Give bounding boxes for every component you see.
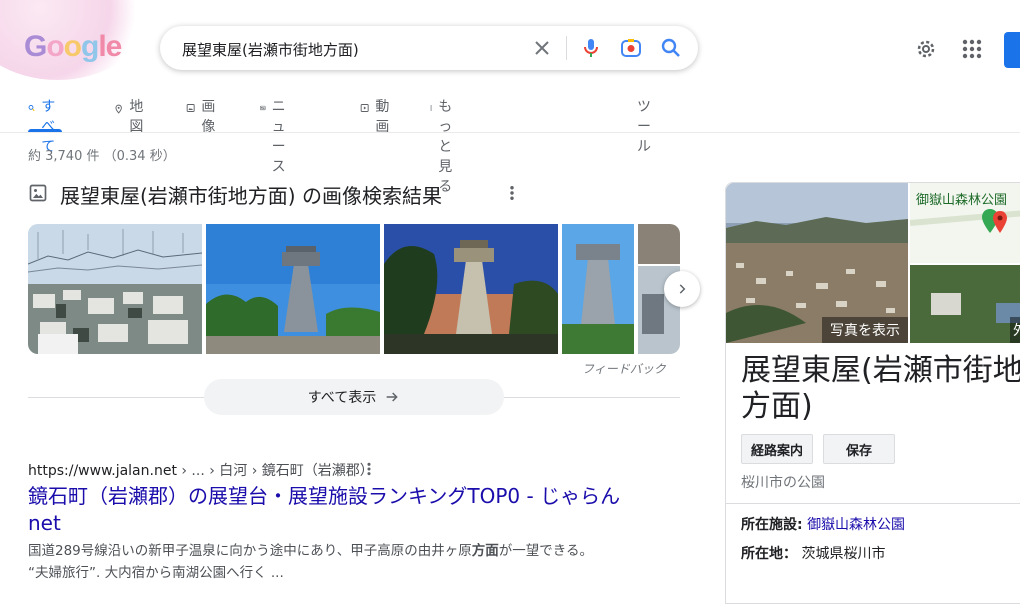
tab-label: 動画	[375, 99, 390, 135]
more-options-icon[interactable]	[362, 461, 376, 477]
logo-text: Google	[24, 30, 122, 63]
more-options-icon[interactable]	[504, 184, 520, 202]
snippet-text: “夫婦旅行”. 大内宿から南湖公園へ行く ...	[28, 565, 284, 581]
show-all-label: すべて表示	[307, 390, 377, 406]
facility-label: 所在施設:	[741, 517, 803, 533]
image-icon	[186, 104, 195, 112]
arrow-right-icon	[386, 392, 398, 402]
snippet-text: が一望できる。	[498, 543, 593, 559]
result-domain: https://www.jalan.net	[28, 463, 177, 479]
save-chip[interactable]: 保存	[823, 434, 895, 464]
more-vert-icon	[430, 105, 432, 111]
tab-label: ツール	[637, 99, 651, 155]
tab-maps[interactable]: 地図	[114, 96, 148, 135]
image-thumbnail[interactable]	[384, 224, 558, 354]
search-icon	[28, 104, 35, 112]
facility-row: 所在施設: 御嶽山森林公園	[741, 514, 905, 534]
video-icon	[360, 104, 369, 112]
result-breadcrumb: › ... › 白河 › 鏡石町（岩瀬郡）	[176, 463, 374, 479]
search-bar	[160, 26, 698, 70]
images-section-title[interactable]: 展望東屋(岩瀬市街地方面) の画像検索結果	[60, 180, 442, 209]
result-title-link[interactable]: 鏡石町（岩瀬郡）の展望台・展望施設ランキングTOP0 - じゃらんnet	[28, 483, 648, 537]
address-value: 茨城県桜川市	[801, 546, 886, 562]
next-images-button[interactable]	[664, 271, 700, 307]
photo-overlay-label: 外	[1010, 317, 1020, 343]
tab-all[interactable]: すべて	[28, 96, 62, 155]
news-icon	[260, 105, 266, 111]
image-thumbnail[interactable]	[28, 224, 202, 354]
tab-images[interactable]: 画像	[186, 96, 220, 135]
search-divider	[566, 36, 567, 60]
facility-link[interactable]: 御嶽山森林公園	[807, 517, 905, 533]
show-all-button[interactable]: すべて表示	[204, 379, 504, 415]
result-url[interactable]: https://www.jalan.net › ... › 白河 › 鏡石町（岩…	[28, 460, 374, 480]
apps-grid-icon[interactable]	[960, 37, 984, 61]
tab-label: 地図	[129, 99, 144, 135]
search-input[interactable]	[180, 36, 524, 62]
sign-in-button[interactable]	[1004, 32, 1020, 68]
image-thumbnails	[28, 224, 680, 354]
tabs-divider	[0, 132, 1020, 133]
map-pin-icon	[982, 209, 1007, 233]
tab-news[interactable]: ニュース	[260, 96, 294, 175]
image-thumbnail[interactable]	[206, 224, 380, 354]
settings-gear-icon[interactable]	[914, 37, 938, 61]
feedback-link[interactable]: フィードバック	[582, 360, 666, 377]
image-icon	[29, 184, 47, 202]
tab-label: ニュース	[271, 99, 286, 175]
directions-chip[interactable]: 経路案内	[741, 434, 813, 464]
search-icon[interactable]	[659, 36, 683, 60]
tab-videos[interactable]: 動画	[360, 96, 394, 135]
tab-more[interactable]: もっと見る	[430, 96, 458, 195]
result-stats: 約 3,740 件 （0.34 秒）	[28, 149, 176, 164]
map-label: 御嶽山森林公園	[916, 193, 1008, 208]
snippet-highlight: 方面	[471, 543, 499, 559]
snippet-text: 国道289号線沿いの新甲子温泉に向かう途中にあり、甲子高原の由井ヶ原	[28, 543, 472, 559]
place-category: 桜川市の公園	[741, 475, 825, 491]
knowledge-panel-title: 展望東屋(岩瀬市街地方面)	[741, 353, 1020, 424]
result-snippet: 国道289号線沿いの新甲子温泉に向かう途中にあり、甲子高原の由井ヶ原方面が一望で…	[28, 540, 668, 584]
microphone-icon[interactable]	[579, 36, 603, 60]
tab-label: 画像	[201, 99, 216, 135]
image-thumbnail[interactable]	[562, 224, 634, 354]
google-logo[interactable]: Google	[0, 0, 150, 90]
chevron-right-icon	[679, 284, 686, 294]
tab-tools[interactable]: ツール	[637, 96, 651, 155]
show-photos-label[interactable]: 写真を表示	[822, 317, 908, 343]
map-pin-icon	[115, 104, 122, 114]
address-label: 所在地：	[741, 546, 797, 562]
clear-icon[interactable]	[530, 36, 554, 60]
address-row: 所在地： 茨城県桜川市	[741, 543, 885, 563]
camera-lens-icon[interactable]	[619, 36, 643, 60]
knowledge-panel-photos[interactable]: 御嶽山森林公園 写真を表示 外	[726, 183, 1020, 343]
knowledge-panel-divider	[726, 503, 1020, 504]
